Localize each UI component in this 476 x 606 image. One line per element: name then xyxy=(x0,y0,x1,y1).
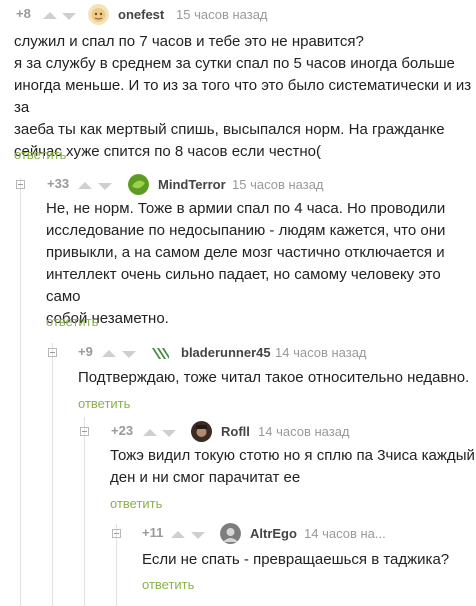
user-nick[interactable]: bladerunner45 xyxy=(181,345,271,360)
comment-rating: +9 xyxy=(78,344,93,359)
comment-rating: +23 xyxy=(111,423,134,438)
text-line: я за службу в среднем за сутки спал по 5… xyxy=(14,55,455,72)
comment-time[interactable]: 14 часов назад xyxy=(258,424,350,439)
comment-header: +8 onefest 15 часов назад xyxy=(0,4,476,30)
comment: +9 bladerunner45 14 часов назад Подтверж… xyxy=(0,342,476,412)
collapse-minus-icon[interactable] xyxy=(16,180,25,189)
collapse-minus-icon[interactable] xyxy=(80,427,89,436)
comment: +8 onefest 15 часов назад служил и спал … xyxy=(0,4,476,164)
comment-rating: +8 xyxy=(16,6,31,21)
text-line: служил и спал по 7 часов и тебе это не н… xyxy=(14,33,364,50)
comment-text: Не, не норм. Тоже в армии спал по 4 часа… xyxy=(46,198,474,330)
comment-time[interactable]: 14 часов назад xyxy=(275,345,367,360)
user-nick[interactable]: Rofll xyxy=(221,424,250,439)
upvote-arrow-icon[interactable] xyxy=(171,531,185,538)
text-line: сейчас хуже спится по 8 часов если честн… xyxy=(14,143,321,160)
comment-rating: +11 xyxy=(142,525,164,540)
text-line: иногда меньше. И то из за того что это б… xyxy=(14,77,472,116)
downvote-arrow-icon[interactable] xyxy=(191,532,205,539)
text-line: ден и ни смог парачитат ее xyxy=(110,469,301,486)
downvote-arrow-icon[interactable] xyxy=(122,351,136,358)
avatar[interactable] xyxy=(191,421,212,442)
comment-rating: +33 xyxy=(47,176,70,191)
upvote-arrow-icon[interactable] xyxy=(102,350,116,357)
text-line: Не, не норм. Тоже в армии спал по 4 часа… xyxy=(46,200,446,217)
reply-link[interactable]: ответить xyxy=(14,147,66,162)
reply-link[interactable]: ответить xyxy=(78,396,130,411)
avatar[interactable] xyxy=(150,342,171,363)
downvote-arrow-icon[interactable] xyxy=(98,183,112,190)
comment-time[interactable]: 15 часов назад xyxy=(176,7,268,22)
comment-text: Подтверждаю, тоже читал такое относитель… xyxy=(78,367,476,389)
collapse-minus-icon[interactable] xyxy=(48,348,57,357)
avatar[interactable] xyxy=(128,174,149,195)
avatar[interactable] xyxy=(220,523,241,544)
reply-link[interactable]: ответить xyxy=(110,496,162,511)
text-line: Подтверждаю, тоже читал такое относитель… xyxy=(78,369,470,386)
reply-link[interactable]: ответить xyxy=(142,577,194,592)
comment-text: служил и спал по 7 часов и тебе это не н… xyxy=(14,31,476,163)
reply-link[interactable]: ответить xyxy=(46,314,98,329)
collapse-minus-icon[interactable] xyxy=(112,529,121,538)
upvote-arrow-icon[interactable] xyxy=(143,429,157,436)
downvote-arrow-icon[interactable] xyxy=(162,430,176,437)
comment-text: Если не спать - превращаешься в таджика? xyxy=(142,549,476,571)
comment: +33 MindTerror 15 часов назад Не, не нор… xyxy=(0,174,476,334)
text-line: исследование по недосыпанию - людям каже… xyxy=(46,222,446,239)
user-nick[interactable]: onefest xyxy=(118,7,164,22)
text-line: Если не спать - превращаешься в таджика? xyxy=(142,551,450,568)
comment: +23 Rofll 14 часов назад Тожэ видил току… xyxy=(0,421,476,513)
text-line: заеба ты как мертвый спишь, высыпался но… xyxy=(14,121,445,138)
comment-text: Тожэ видил токую стотю но я сплю па 3чис… xyxy=(110,445,476,489)
user-nick[interactable]: AltrEgo xyxy=(250,526,297,541)
comment-time[interactable]: 14 часов на... xyxy=(304,526,386,541)
text-line: интеллект очень сильно падает, но самому… xyxy=(46,266,441,305)
user-nick[interactable]: MindTerror xyxy=(158,177,226,192)
text-line: собой незаметно. xyxy=(46,310,169,327)
text-line: привыкли, а на самом деле мозг частично … xyxy=(46,244,445,261)
comment: +11 AltrEgo 14 часов на... Если не спать… xyxy=(0,523,476,603)
avatar[interactable] xyxy=(88,4,109,25)
upvote-arrow-icon[interactable] xyxy=(78,182,92,189)
text-line: Тожэ видил токую стотю но я сплю па 3чис… xyxy=(110,447,475,464)
downvote-arrow-icon[interactable] xyxy=(62,13,76,20)
upvote-arrow-icon[interactable] xyxy=(43,12,57,19)
comment-time[interactable]: 15 часов назад xyxy=(232,177,324,192)
